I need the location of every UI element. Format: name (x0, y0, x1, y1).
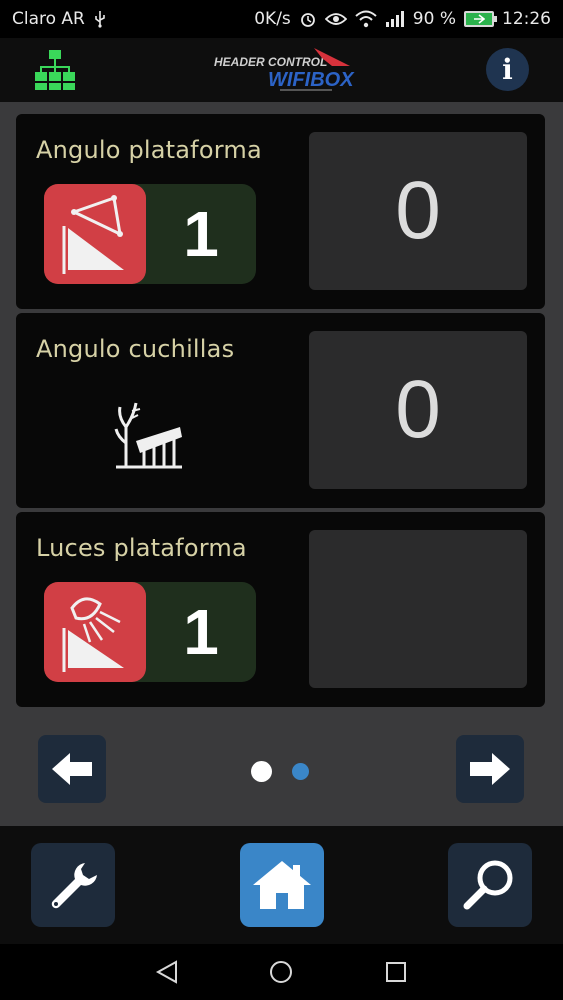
battery-percent: 90 % (412, 9, 456, 29)
platform-angle-toggle[interactable]: 1 (44, 184, 256, 284)
info-icon: i (502, 53, 513, 86)
recents-icon[interactable] (383, 959, 409, 985)
platform-angle-icon (44, 184, 146, 284)
value-display: 0 (309, 132, 527, 290)
prev-page-button[interactable] (38, 735, 106, 803)
wifi-icon (355, 10, 377, 28)
value-display (309, 530, 527, 688)
system-navigation-bar (0, 944, 563, 1000)
arrow-left-icon (52, 753, 92, 785)
home-button[interactable] (240, 843, 324, 927)
carrier-label: Claro AR (12, 9, 85, 29)
app-header: HEADER CONTROL WIFIBOX i (0, 38, 563, 102)
usb-icon (93, 10, 107, 28)
wrench-icon (51, 863, 97, 909)
eye-icon (324, 11, 347, 27)
toggle-value: 1 (183, 596, 219, 668)
next-page-button[interactable] (456, 735, 524, 803)
net-speed-label: 0K/s (254, 9, 291, 29)
card-angulo-cuchillas: Angulo cuchillas 0 (16, 313, 545, 508)
card-luces-plataforma: Luces plataforma 1 (16, 512, 545, 707)
card-title: Angulo cuchillas (36, 335, 235, 363)
logo-line2: WIFIBOX (268, 69, 355, 91)
home-icon (253, 861, 311, 909)
card-title: Angulo plataforma (36, 136, 262, 164)
logo-line1: HEADER CONTROL (214, 55, 327, 69)
card-title: Luces plataforma (36, 534, 247, 562)
search-button[interactable] (448, 843, 532, 927)
arrow-right-icon (470, 753, 510, 785)
back-icon[interactable] (154, 959, 180, 985)
blades-angle-icon (114, 397, 184, 469)
clock: 12:26 (502, 9, 551, 29)
info-button[interactable]: i (486, 48, 529, 91)
page-dot-1[interactable] (251, 761, 272, 782)
bottom-navigation (0, 826, 563, 944)
card-angulo-plataforma: Angulo plataforma 1 0 (16, 114, 545, 309)
page-dot-2[interactable] (292, 763, 309, 780)
home-nav-icon[interactable] (268, 959, 294, 985)
network-tree-icon[interactable] (32, 46, 78, 92)
wifibox-logo: HEADER CONTROL WIFIBOX (210, 44, 360, 96)
search-icon (463, 860, 513, 910)
toggle-value: 1 (183, 198, 219, 270)
settings-button[interactable] (31, 843, 115, 927)
alarm-icon (299, 10, 317, 28)
platform-light-icon (44, 582, 146, 682)
platform-light-toggle[interactable]: 1 (44, 582, 256, 682)
value-display: 0 (309, 331, 527, 489)
status-bar: Claro AR 0K/s 90 % 12:26 (0, 0, 563, 38)
signal-icon (385, 11, 405, 27)
battery-icon (464, 11, 497, 27)
